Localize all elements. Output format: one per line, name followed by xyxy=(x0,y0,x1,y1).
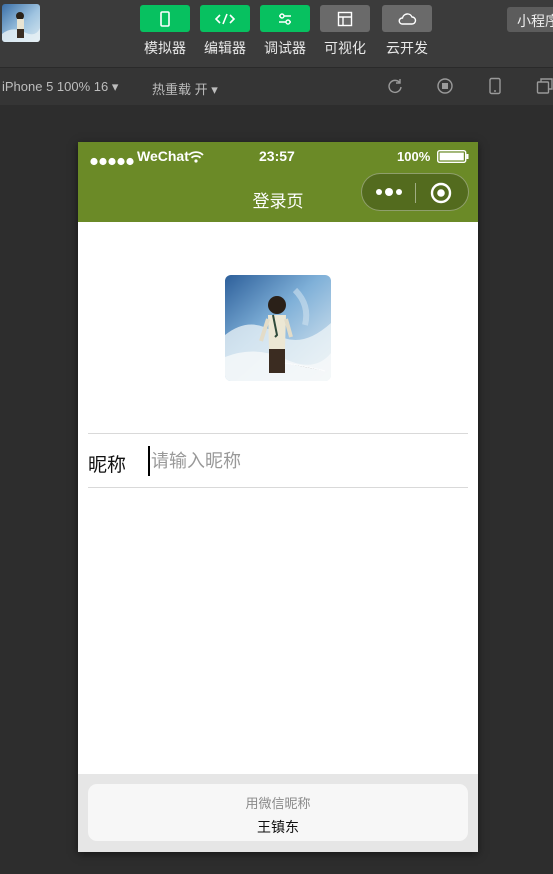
tool-simulator[interactable]: 模拟器 xyxy=(139,5,191,58)
nickname-input[interactable] xyxy=(148,446,458,476)
suggestion-title: 用微信昵称 xyxy=(245,796,311,811)
layout-icon[interactable] xyxy=(320,5,370,32)
carrier-name: WeChat xyxy=(137,148,189,164)
mini-program-button[interactable]: 小程序 xyxy=(507,7,553,32)
device-icon[interactable] xyxy=(486,77,504,100)
battery-percent: 100% xyxy=(397,149,431,164)
tool-debugger[interactable]: 调试器 xyxy=(259,5,311,58)
capsule-divider xyxy=(415,183,416,203)
use-wechat-nickname-button[interactable]: 用微信昵称 王镇东 xyxy=(88,784,468,841)
tool-label: 模拟器 xyxy=(144,40,186,56)
refresh-icon[interactable] xyxy=(386,77,404,100)
window-icon[interactable] xyxy=(536,77,553,100)
sliders-icon[interactable] xyxy=(260,5,310,32)
suggestion-nickname: 王镇东 xyxy=(257,819,299,835)
battery-icon xyxy=(436,149,469,166)
keyboard-suggestion-bar: 用微信昵称 王镇东 xyxy=(78,774,478,852)
device-select[interactable]: iPhone 5 100% 16 ▾ xyxy=(2,79,118,95)
user-avatar[interactable] xyxy=(2,4,40,42)
tool-cloud[interactable]: 云开发 xyxy=(381,5,433,58)
tool-label: 云开发 xyxy=(386,40,428,56)
navigation-bar: WeChat 23:57 100% 登录页 xyxy=(78,142,478,222)
more-icon[interactable] xyxy=(374,184,404,205)
avatar-image[interactable] xyxy=(225,275,331,381)
cloud-icon[interactable] xyxy=(382,5,432,32)
tool-label: 可视化 xyxy=(324,40,366,56)
stop-icon[interactable] xyxy=(436,77,454,100)
nickname-label: 昵称 xyxy=(88,455,127,476)
wifi-icon xyxy=(188,150,204,166)
close-mini-program-icon[interactable] xyxy=(430,182,452,209)
signal-icon xyxy=(90,153,136,169)
ide-toolbar: 模拟器 编辑器 调试器 可视化 云开发 小程序 xyxy=(0,0,553,67)
phone-icon[interactable] xyxy=(140,5,190,32)
phone-simulator: WeChat 23:57 100% 登录页 昵称 请输入昵称 用微信昵称 王镇东 xyxy=(78,142,478,852)
hot-reload-select[interactable]: 热重载 开 ▾ xyxy=(152,79,218,98)
tool-visual[interactable]: 可视化 xyxy=(319,5,371,58)
simulator-toolbar: iPhone 5 100% 16 ▾ 热重载 开 ▾ xyxy=(0,67,553,105)
status-time: 23:57 xyxy=(259,148,295,164)
nickname-row: 昵称 xyxy=(88,433,468,488)
code-icon[interactable] xyxy=(200,5,250,32)
status-bar: WeChat 23:57 100% xyxy=(78,142,478,172)
capsule-menu xyxy=(361,173,469,211)
tool-editor[interactable]: 编辑器 xyxy=(199,5,251,58)
tool-label: 调试器 xyxy=(264,40,306,56)
tool-label: 编辑器 xyxy=(204,40,246,56)
